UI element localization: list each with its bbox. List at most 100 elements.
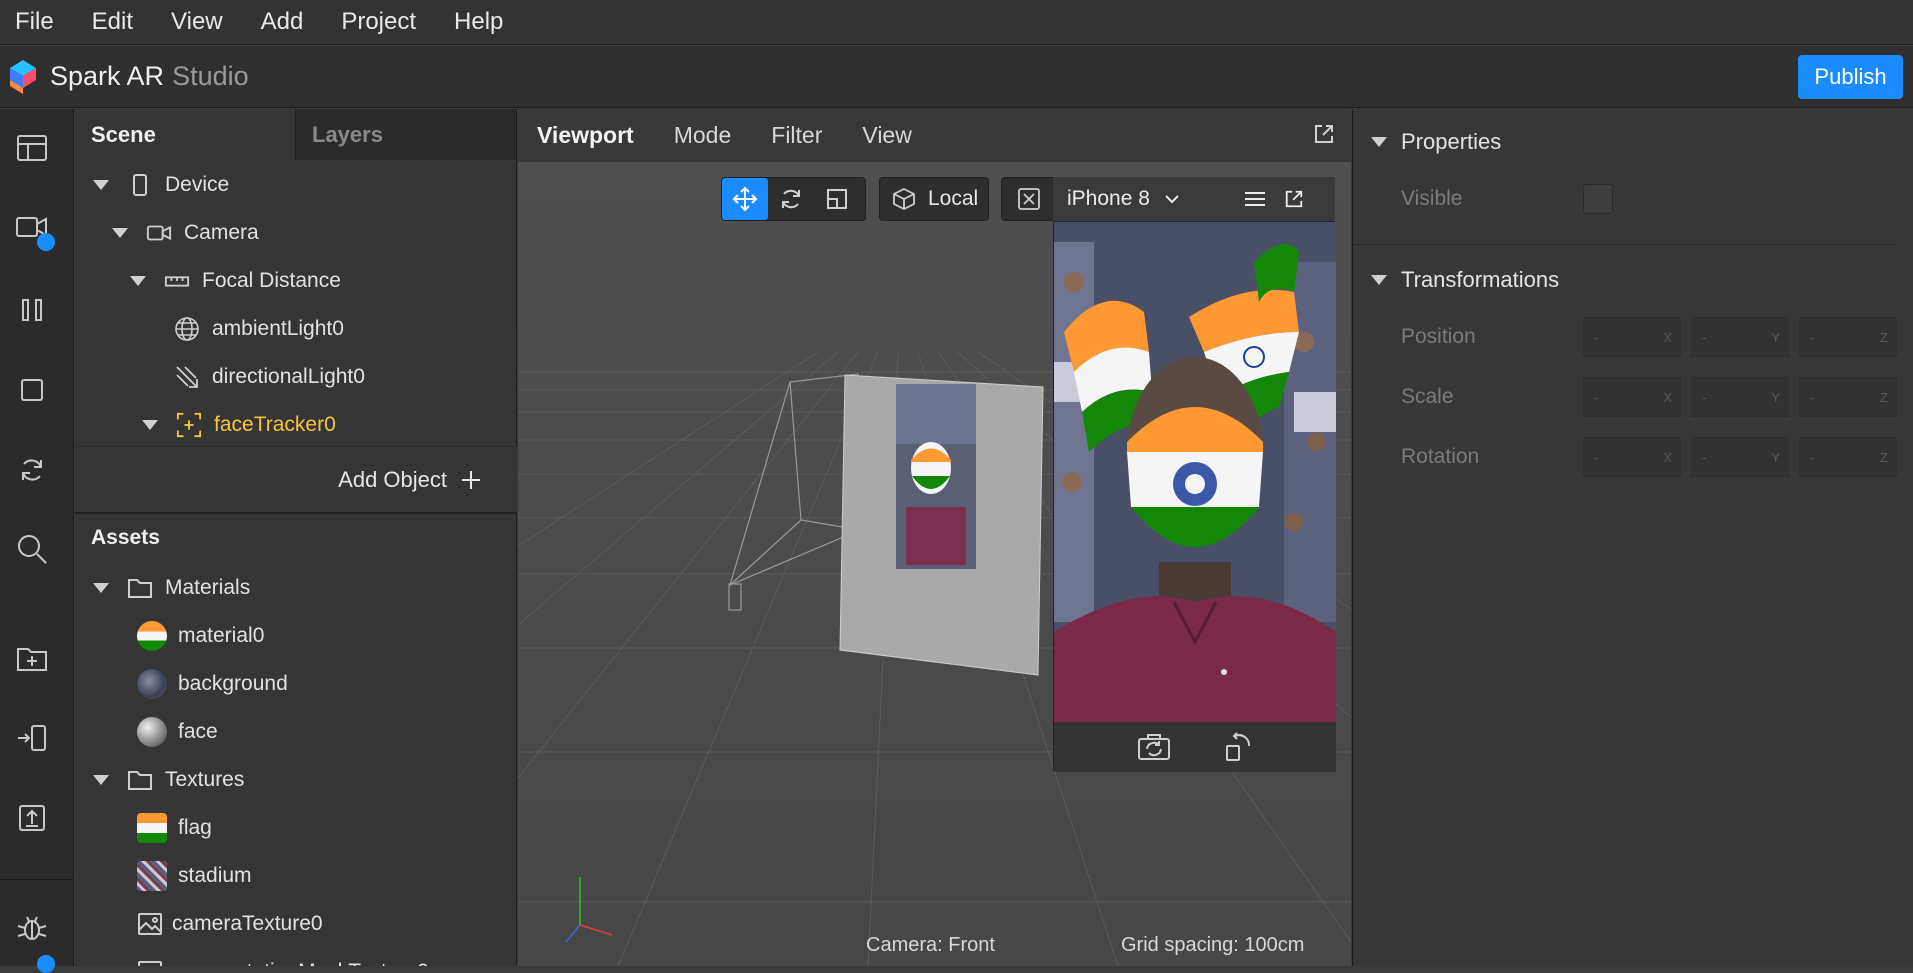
- camera-status: Camera: Front: [866, 934, 995, 956]
- tab-view[interactable]: View: [862, 122, 911, 149]
- collapse-icon[interactable]: [1371, 137, 1387, 147]
- visible-checkbox[interactable]: [1583, 184, 1613, 214]
- layout-icon[interactable]: [13, 129, 51, 167]
- debug-notification-dot: [37, 955, 55, 973]
- menu-icon[interactable]: [1244, 190, 1266, 208]
- device-bar: iPhone 8: [1053, 177, 1335, 221]
- tree-item-camera[interactable]: Camera: [112, 215, 259, 251]
- stop-icon[interactable]: [13, 371, 51, 409]
- rail-divider: [0, 879, 74, 880]
- asset-stadium[interactable]: stadium: [137, 858, 252, 894]
- asset-label: stadium: [178, 864, 252, 887]
- tree-item-focal-distance[interactable]: Focal Distance: [130, 263, 341, 299]
- add-object-label: Add Object: [338, 466, 447, 492]
- export-icon[interactable]: [13, 799, 51, 837]
- tree-item-face-tracker[interactable]: faceTracker0: [142, 407, 336, 443]
- tree-label: Camera: [184, 221, 259, 244]
- properties-section-header[interactable]: Properties: [1371, 129, 1501, 155]
- rotate-tool-icon[interactable]: [768, 178, 814, 220]
- move-tool-icon[interactable]: [722, 178, 768, 220]
- space-label: Local: [928, 187, 979, 210]
- publish-button[interactable]: Publish: [1798, 55, 1903, 99]
- menu-view[interactable]: View: [171, 8, 223, 36]
- refresh-icon[interactable]: [13, 451, 51, 489]
- asset-label: segmentationMaskTexture0: [172, 960, 429, 966]
- asset-label: Materials: [165, 576, 251, 599]
- asset-folder-materials[interactable]: Materials: [93, 570, 250, 606]
- space-toggle[interactable]: Local: [879, 177, 989, 221]
- rotation-label: Rotation: [1401, 445, 1480, 468]
- search-icon[interactable]: [13, 530, 51, 568]
- rotation-z-field[interactable]: -Z: [1799, 437, 1897, 477]
- expand-icon[interactable]: [142, 420, 158, 430]
- menu-edit[interactable]: Edit: [92, 8, 133, 36]
- scale-z-field[interactable]: -Z: [1799, 377, 1897, 417]
- tab-viewport[interactable]: Viewport: [537, 122, 634, 149]
- asset-folder-textures[interactable]: Textures: [93, 762, 244, 798]
- device-frame-toggle[interactable]: [1001, 177, 1057, 221]
- menu-file[interactable]: File: [15, 8, 54, 36]
- tree-item-directional-light[interactable]: directionalLight0: [174, 359, 365, 395]
- position-x-field[interactable]: -X: [1583, 317, 1681, 357]
- expand-icon[interactable]: [93, 775, 109, 785]
- viewport-header: Viewport Mode Filter View: [518, 109, 1351, 162]
- spark-ar-logo-icon: [8, 58, 38, 96]
- tab-scene[interactable]: Scene: [75, 109, 295, 160]
- popout-icon[interactable]: [1284, 189, 1304, 209]
- plane-preview-shirt: [906, 507, 966, 565]
- close-square-icon: [1018, 188, 1040, 210]
- rotation-x-field[interactable]: -X: [1583, 437, 1681, 477]
- stadium-thumb-icon: [137, 861, 167, 891]
- transform-tools: [721, 177, 866, 221]
- device-preview: [1053, 221, 1336, 772]
- collapse-icon[interactable]: [1371, 275, 1387, 285]
- tab-mode[interactable]: Mode: [674, 122, 732, 149]
- transformations-section-header[interactable]: Transformations: [1371, 267, 1559, 293]
- image-icon: [137, 911, 163, 937]
- rotation-y-field[interactable]: -Y: [1691, 437, 1789, 477]
- tab-layers[interactable]: Layers: [295, 109, 515, 160]
- expand-icon[interactable]: [130, 276, 146, 286]
- tab-filter[interactable]: Filter: [771, 122, 822, 149]
- menu-project[interactable]: Project: [341, 8, 416, 36]
- plane-preview-crowd: [896, 384, 976, 444]
- tree-label: faceTracker0: [214, 413, 336, 436]
- expand-icon[interactable]: [112, 228, 128, 238]
- expand-icon[interactable]: [93, 180, 109, 190]
- chevron-down-icon[interactable]: [1164, 193, 1180, 205]
- asset-label: Textures: [165, 768, 245, 791]
- add-folder-icon[interactable]: [13, 639, 51, 677]
- asset-segmentation-texture[interactable]: segmentationMaskTexture0: [137, 954, 429, 966]
- asset-flag[interactable]: flag: [137, 810, 212, 846]
- import-icon[interactable]: [13, 719, 51, 757]
- expand-icon[interactable]: [93, 583, 109, 593]
- tree-item-ambient-light[interactable]: ambientLight0: [174, 311, 344, 347]
- folder-icon: [127, 575, 153, 601]
- position-label: Position: [1401, 325, 1476, 348]
- asset-label: cameraTexture0: [172, 912, 323, 935]
- device-select[interactable]: iPhone 8: [1067, 187, 1150, 211]
- tree-label: directionalLight0: [212, 365, 365, 388]
- position-y-field[interactable]: -Y: [1691, 317, 1789, 357]
- app-name: Spark AR: [50, 61, 165, 91]
- scene-tabs: Scene Layers: [75, 109, 516, 160]
- add-object-button[interactable]: Add Object: [75, 446, 517, 512]
- flip-camera-icon[interactable]: [1137, 732, 1171, 762]
- asset-camera-texture[interactable]: cameraTexture0: [137, 906, 323, 942]
- properties-panel: Properties Visible Transformations Posit…: [1352, 109, 1913, 966]
- bug-icon[interactable]: [13, 909, 51, 947]
- pause-icon[interactable]: [13, 291, 51, 329]
- menu-add[interactable]: Add: [261, 8, 304, 36]
- rotate-device-icon[interactable]: [1223, 732, 1253, 762]
- tree-item-device[interactable]: Device: [93, 167, 229, 203]
- scale-x-field[interactable]: -X: [1583, 377, 1681, 417]
- popout-icon[interactable]: [1313, 123, 1335, 145]
- asset-face[interactable]: face: [137, 714, 218, 750]
- menu-help[interactable]: Help: [454, 8, 503, 36]
- asset-material0[interactable]: material0: [137, 618, 264, 654]
- scale-tool-icon[interactable]: [814, 178, 860, 220]
- position-z-field[interactable]: -Z: [1799, 317, 1897, 357]
- asset-background[interactable]: background: [137, 666, 288, 702]
- notification-dot: [37, 233, 55, 251]
- scale-y-field[interactable]: -Y: [1691, 377, 1789, 417]
